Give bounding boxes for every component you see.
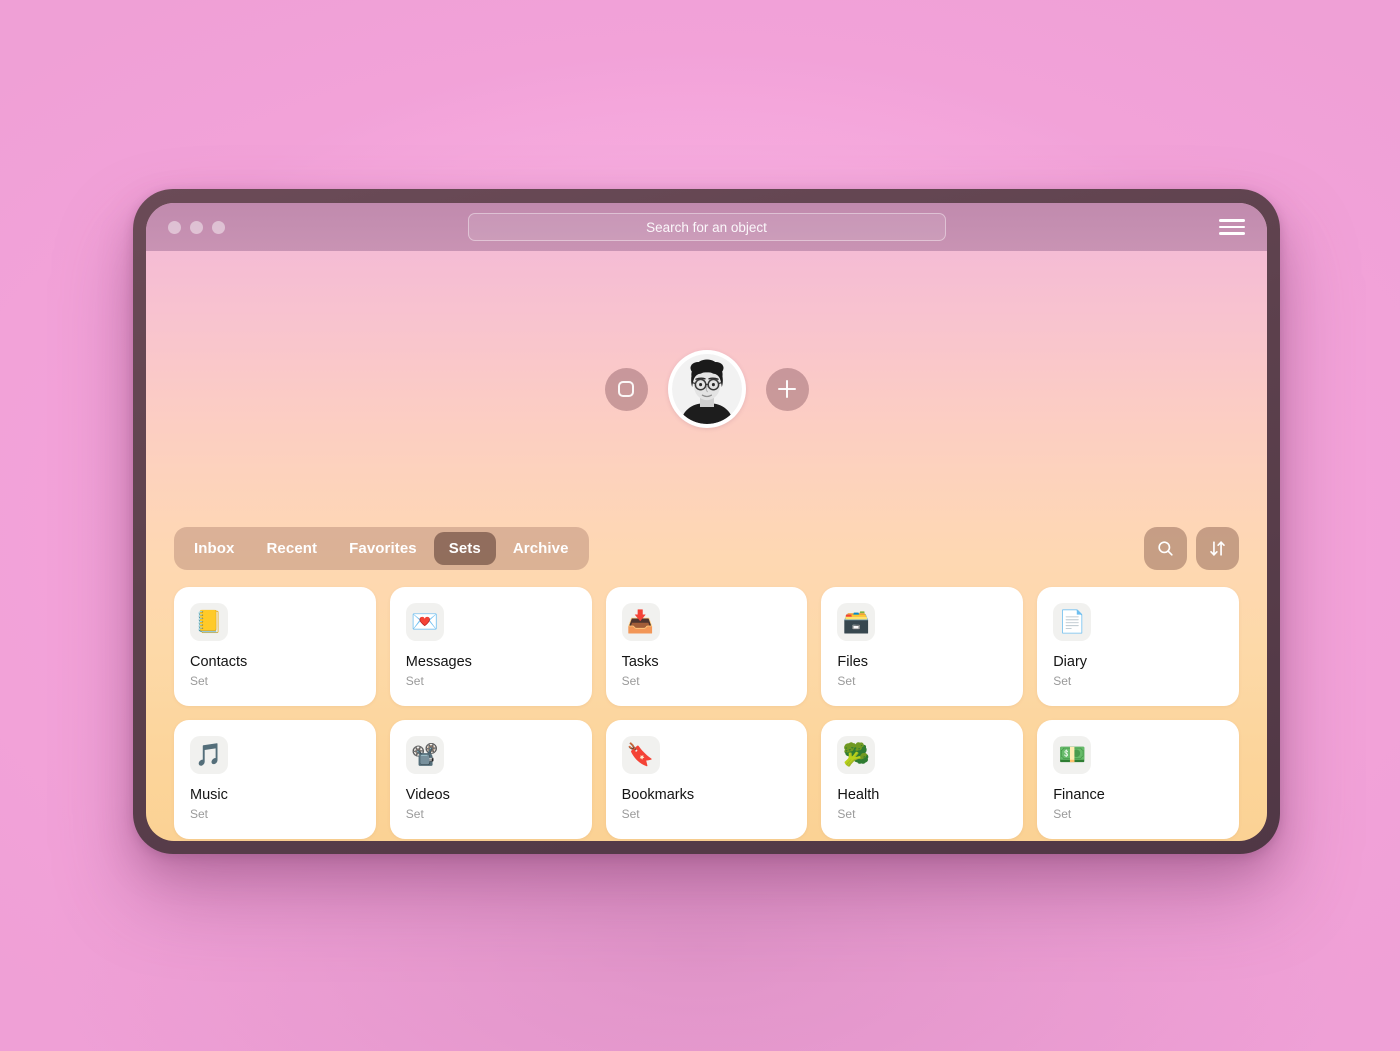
toolbar-actions — [1144, 527, 1239, 570]
page-facing-up-icon: 📄 — [1053, 603, 1092, 641]
sort-icon — [1210, 541, 1225, 556]
set-card-tasks[interactable]: 📥 Tasks Set — [605, 587, 808, 706]
maximize-button[interactable] — [212, 220, 225, 234]
set-card-bookmarks[interactable]: 🔖 Bookmarks Set — [605, 720, 808, 839]
card-title: Tasks — [621, 654, 659, 670]
film-projector-icon: 📽️ — [405, 736, 444, 774]
tab-favorites[interactable]: Favorites — [334, 532, 432, 565]
sort-button[interactable] — [1196, 527, 1239, 570]
card-title: Health — [837, 787, 880, 803]
musical-note-icon: 🎵 — [190, 736, 228, 774]
set-card-music[interactable]: 🎵 Music Set — [174, 720, 376, 839]
minimize-button[interactable] — [190, 220, 203, 234]
hamburger-menu-icon[interactable] — [1219, 217, 1245, 237]
broccoli-icon: 🥦 — [837, 736, 876, 774]
app-window-frame: Inbox Recent Favorites Sets Archive — [133, 189, 1280, 854]
search-bar — [467, 213, 946, 241]
card-subtitle: Set — [1053, 674, 1072, 689]
titlebar — [146, 203, 1267, 251]
tab-bar: Inbox Recent Favorites Sets Archive — [174, 527, 589, 570]
card-file-box-icon: 🗃️ — [837, 603, 876, 641]
set-card-messages[interactable]: 💌 Messages Set — [389, 587, 592, 706]
set-card-diary[interactable]: 📄 Diary Set — [1037, 587, 1239, 706]
card-title: Music — [190, 787, 228, 803]
app-window: Inbox Recent Favorites Sets Archive — [146, 203, 1267, 841]
close-button[interactable] — [168, 220, 181, 234]
card-subtitle: Set — [190, 674, 209, 689]
avatar-photo — [671, 354, 742, 424]
tab-sets[interactable]: Sets — [433, 532, 496, 565]
address-book-icon: 📒 — [190, 603, 228, 641]
tab-archive[interactable]: Archive — [498, 532, 584, 565]
love-letter-icon: 💌 — [405, 603, 444, 641]
card-subtitle: Set — [405, 807, 424, 822]
spaces-button[interactable] — [604, 367, 648, 411]
set-card-finance[interactable]: 💵 Finance Set — [1037, 720, 1239, 839]
tab-inbox[interactable]: Inbox — [179, 532, 250, 565]
card-title: Finance — [1053, 787, 1105, 803]
banknote-icon: 💵 — [1053, 736, 1092, 774]
set-grid: 📒 Contacts Set 💌 Messages Set 📥 Tasks Se… — [146, 587, 1267, 839]
tab-recent[interactable]: Recent — [252, 532, 333, 565]
card-subtitle: Set — [190, 807, 209, 822]
inbox-tray-icon: 📥 — [621, 603, 660, 641]
rounded-square-icon — [618, 381, 634, 397]
search-icon — [1158, 541, 1173, 556]
card-subtitle: Set — [837, 807, 856, 822]
traffic-lights — [168, 220, 225, 234]
bookmark-icon: 🔖 — [621, 736, 660, 774]
card-title: Videos — [405, 787, 450, 803]
search-button[interactable] — [1144, 527, 1187, 570]
profile-hero — [146, 251, 1267, 527]
card-subtitle: Set — [621, 807, 640, 822]
card-subtitle: Set — [1053, 807, 1072, 822]
card-title: Bookmarks — [621, 787, 695, 803]
card-title: Contacts — [190, 654, 248, 670]
card-subtitle: Set — [621, 674, 640, 689]
card-title: Diary — [1053, 654, 1088, 670]
toolbar: Inbox Recent Favorites Sets Archive — [146, 527, 1267, 570]
search-input[interactable] — [467, 213, 946, 241]
menu-line — [1219, 225, 1245, 229]
set-card-files[interactable]: 🗃️ Files Set — [821, 587, 1024, 706]
card-title: Messages — [405, 654, 472, 670]
set-card-videos[interactable]: 📽️ Videos Set — [389, 720, 592, 839]
card-subtitle: Set — [837, 674, 856, 689]
menu-line — [1219, 232, 1245, 235]
set-card-contacts[interactable]: 📒 Contacts Set — [174, 587, 376, 706]
avatar[interactable] — [667, 350, 746, 428]
card-title: Files — [837, 654, 869, 670]
set-card-health[interactable]: 🥦 Health Set — [821, 720, 1024, 839]
menu-line — [1219, 219, 1245, 222]
plus-icon — [778, 380, 796, 398]
add-button[interactable] — [765, 367, 809, 411]
card-subtitle: Set — [405, 674, 424, 689]
